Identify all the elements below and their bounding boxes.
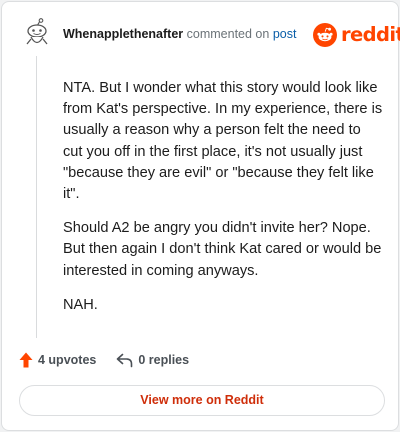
reply-count: 0 replies — [138, 353, 190, 367]
reddit-logo[interactable]: reddit — [313, 22, 400, 48]
comment-paragraph: Should A2 be angry you didn't invite her… — [63, 220, 382, 279]
snoo-avatar-icon — [20, 17, 54, 51]
username[interactable]: Whenapplethenafter — [63, 27, 183, 41]
upvote-button[interactable]: 4 upvotes — [19, 352, 96, 368]
view-more-button[interactable]: View more on Reddit — [19, 385, 385, 416]
user-avatar[interactable] — [20, 17, 54, 51]
reply-arrow-icon — [117, 353, 133, 367]
upvote-count: 4 upvotes — [38, 353, 97, 367]
upvote-arrow-icon — [19, 352, 33, 368]
reply-button[interactable]: 0 replies — [116, 353, 189, 368]
thread-line[interactable] — [36, 56, 37, 338]
comment-paragraph: NAH. — [63, 296, 98, 313]
comment-body: NTA. But I wonder what this story would … — [63, 78, 383, 329]
post-link[interactable]: post — [273, 27, 297, 41]
reddit-logo-icon — [313, 23, 337, 47]
reddit-wordmark: reddit — [341, 23, 400, 46]
comment-paragraph: NTA. But I wonder what this story would … — [63, 80, 383, 203]
comment-action-text: commented on — [186, 27, 270, 41]
comment-header: Whenapplethenafter commented on post — [63, 26, 296, 42]
comment-embed-card: Whenapplethenafter commented on post red… — [1, 1, 400, 431]
comment-actions: 4 upvotes 0 replies — [19, 350, 189, 370]
